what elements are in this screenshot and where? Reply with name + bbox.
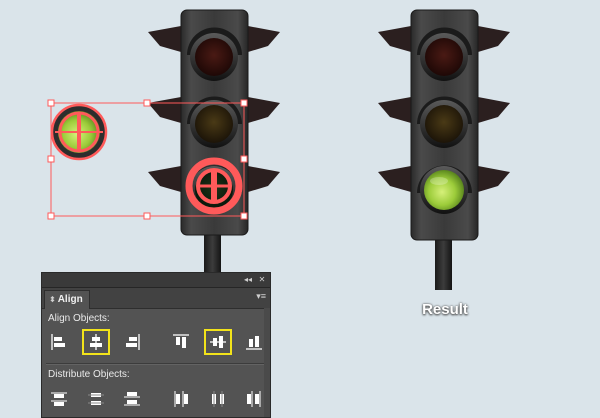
distribute-top-icon [51,392,67,406]
selection-handle-top-right [240,99,248,107]
traffic-light-result [378,9,510,290]
selection-handle-top-middle [143,99,151,107]
collapse-panel-button[interactable]: ◂◂ [242,273,254,287]
tab-expand-arrows-icon: ⬍ [49,295,56,304]
selection-handle-bottom-right [240,212,248,220]
traffic-light-left [148,9,280,285]
distribute-horizontal-center-icon [212,391,224,407]
panel-tab-row: ⬍ Align ▾≡ [42,288,270,309]
distribute-vertical-center-icon [88,393,104,405]
distribute-objects-label: Distribute Objects: [48,369,130,380]
align-right-button[interactable] [118,329,146,355]
distribute-top-button[interactable] [45,386,73,412]
align-vertical-center-icon [210,336,226,348]
distribute-horizontal-center-button[interactable] [204,386,232,412]
align-panel: ◂◂ ✕ ⬍ Align ▾≡ Align Objects: Distribute… [41,272,271,418]
distribute-left-icon [174,391,188,407]
distribute-bottom-icon [124,392,140,406]
selection-handle-bottom-middle [143,212,151,220]
tab-align-label: Align [57,294,83,305]
panel-scrollbar[interactable] [264,308,270,417]
selection-handle-top-left [47,99,55,107]
selected-green-lens[interactable] [50,103,108,161]
selection-handle-bottom-left [47,212,55,220]
align-horizontal-center-icon [90,334,102,350]
result-label: Result [422,301,468,318]
tab-align[interactable]: ⬍ Align [44,290,90,309]
align-top-button[interactable] [167,329,195,355]
close-panel-button[interactable]: ✕ [256,273,268,287]
panel-divider [46,363,266,365]
align-objects-label: Align Objects: [48,313,110,324]
distribute-bottom-button[interactable] [118,386,146,412]
align-left-button[interactable] [45,329,73,355]
selection-handle-middle-left [47,155,55,163]
panel-title-bar[interactable]: ◂◂ ✕ [42,273,270,288]
distribute-vertical-center-button[interactable] [82,386,110,412]
align-horizontal-center-button[interactable] [82,329,110,355]
align-top-icon [173,334,189,348]
align-left-icon [51,334,65,350]
selection-handle-middle-right [240,155,248,163]
align-vertical-center-button[interactable] [204,329,232,355]
distribute-left-button[interactable] [167,386,195,412]
align-right-icon [126,334,140,350]
selected-socket-outline [185,157,243,215]
panel-menu-button[interactable]: ▾≡ [256,291,266,302]
distribute-right-icon [247,391,261,407]
align-bottom-icon [246,336,262,350]
